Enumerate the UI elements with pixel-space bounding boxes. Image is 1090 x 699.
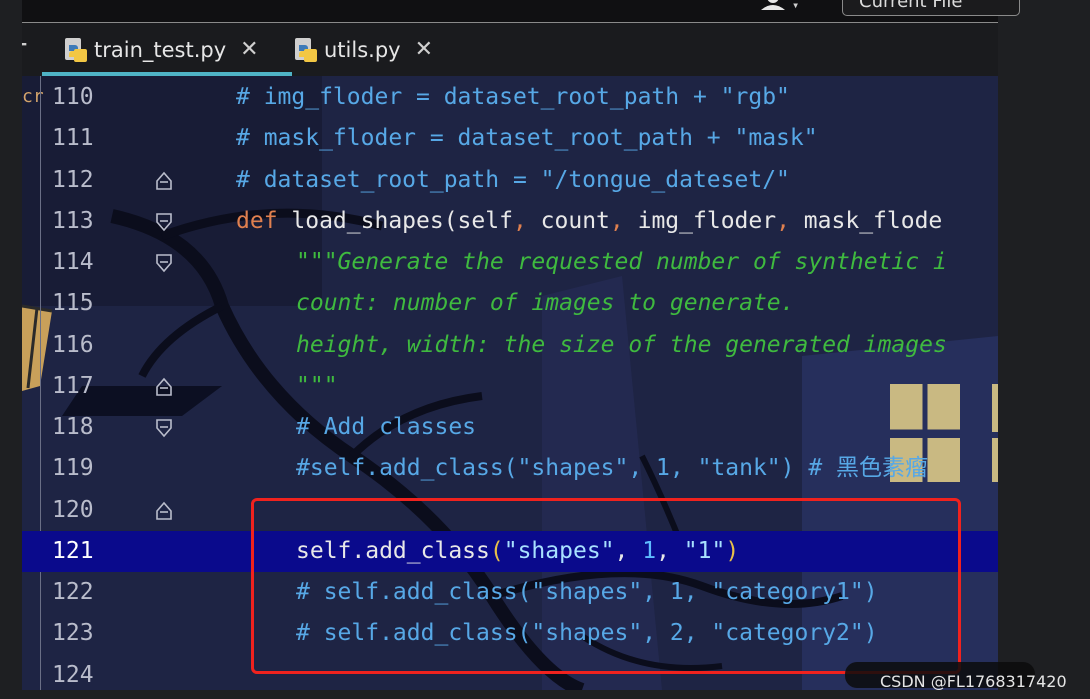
tab-utils[interactable]: utils.py ✕ bbox=[292, 23, 433, 76]
line-number: 116 bbox=[52, 332, 94, 358]
line-number: 121 bbox=[52, 538, 94, 564]
fold-end-icon[interactable] bbox=[155, 377, 173, 397]
code-text: # Add classes bbox=[296, 414, 477, 440]
code-text: """Generate the requested number of synt… bbox=[296, 249, 947, 275]
fold-start-icon[interactable] bbox=[155, 253, 173, 273]
line-number: 124 bbox=[52, 662, 94, 688]
code-line[interactable]: 114 """Generate the requested number of … bbox=[22, 242, 998, 283]
code-text: # mask_floder = dataset_root_path + "mas… bbox=[236, 125, 818, 151]
line-number: 113 bbox=[52, 208, 94, 234]
code-text: # dataset_root_path = "/tongue_dateset/" bbox=[236, 167, 790, 193]
keyword-def: def bbox=[236, 208, 292, 234]
code-line[interactable]: 116 height, width: the size of the gener… bbox=[22, 325, 998, 366]
line-number: 112 bbox=[52, 167, 94, 193]
run-config-selector[interactable]: Current File bbox=[842, 0, 1020, 16]
function-signature-part: load_shapes(self bbox=[291, 208, 513, 234]
line-number: 115 bbox=[52, 290, 94, 316]
python-file-icon bbox=[295, 37, 317, 62]
comma: , bbox=[609, 208, 624, 234]
fold-start-icon[interactable] bbox=[155, 418, 173, 438]
code-line[interactable]: 110 # img_floder = dataset_root_path + "… bbox=[22, 77, 998, 118]
line-number: 118 bbox=[52, 414, 94, 440]
fold-end-icon[interactable] bbox=[155, 501, 173, 521]
line-number: 110 bbox=[52, 84, 94, 110]
top-toolbar: ▾ Current File bbox=[22, 0, 1020, 22]
code-line[interactable]: 118 # Add classes bbox=[22, 407, 998, 448]
parameter: img_floder bbox=[623, 208, 777, 234]
fold-start-icon[interactable] bbox=[155, 212, 173, 232]
right-window-edge bbox=[998, 0, 1090, 699]
fold-end-icon[interactable] bbox=[155, 171, 173, 191]
parameter: count bbox=[526, 208, 610, 234]
user-icon[interactable] bbox=[760, 0, 786, 10]
tab-menu-handle-icon[interactable]: ╸ bbox=[22, 37, 36, 53]
close-icon[interactable]: ✕ bbox=[240, 37, 258, 62]
code-text: def load_shapes(self, count, img_floder,… bbox=[236, 201, 942, 242]
code-line[interactable]: 111 # mask_floder = dataset_root_path + … bbox=[22, 118, 998, 159]
code-text: #self.add_class("shapes", 1, "tank") # 黑… bbox=[296, 455, 929, 481]
code-text: """ bbox=[296, 373, 338, 399]
line-number: 120 bbox=[52, 497, 94, 523]
line-number: 119 bbox=[52, 455, 94, 481]
code-line[interactable]: 119 #self.add_class("shapes", 1, "tank")… bbox=[22, 448, 998, 489]
code-line[interactable]: 113 def load_shapes(self, count, img_flo… bbox=[22, 201, 998, 242]
code-line[interactable]: 115 count: number of images to generate. bbox=[22, 283, 998, 324]
comma: , bbox=[776, 208, 790, 234]
line-number: 122 bbox=[52, 579, 94, 605]
code-line[interactable]: 112 # dataset_root_path = "/tongue_dates… bbox=[22, 160, 998, 201]
run-config-label: Current File bbox=[859, 0, 963, 12]
line-number: 117 bbox=[52, 373, 94, 399]
python-file-icon bbox=[65, 37, 87, 62]
code-text: height, width: the size of the generated… bbox=[296, 332, 947, 358]
tab-train-test[interactable]: train_test.py ✕ bbox=[42, 23, 292, 76]
line-number: 123 bbox=[52, 620, 94, 646]
left-window-edge bbox=[0, 0, 22, 699]
code-line[interactable]: 117 """ bbox=[22, 366, 998, 407]
bottom-window-edge bbox=[0, 690, 1090, 699]
line-number: 111 bbox=[52, 125, 94, 151]
chevron-down-icon[interactable]: ▾ bbox=[792, 0, 799, 11]
tab-label: train_test.py bbox=[94, 37, 227, 62]
parameter: mask_flode bbox=[789, 208, 943, 234]
annotation-highlight-box bbox=[251, 498, 961, 674]
close-icon[interactable]: ✕ bbox=[415, 37, 433, 62]
tab-label: utils.py bbox=[324, 37, 401, 62]
code-text: # img_floder = dataset_root_path + "rgb" bbox=[236, 84, 790, 110]
editor-tab-bar: ╸ train_test.py ✕ utils.py ✕ bbox=[22, 23, 998, 76]
code-text: count: number of images to generate. bbox=[296, 290, 795, 316]
watermark: CSDN @FL1768317420 bbox=[880, 672, 1067, 691]
comma: , bbox=[512, 208, 527, 234]
line-number: 114 bbox=[52, 249, 94, 275]
